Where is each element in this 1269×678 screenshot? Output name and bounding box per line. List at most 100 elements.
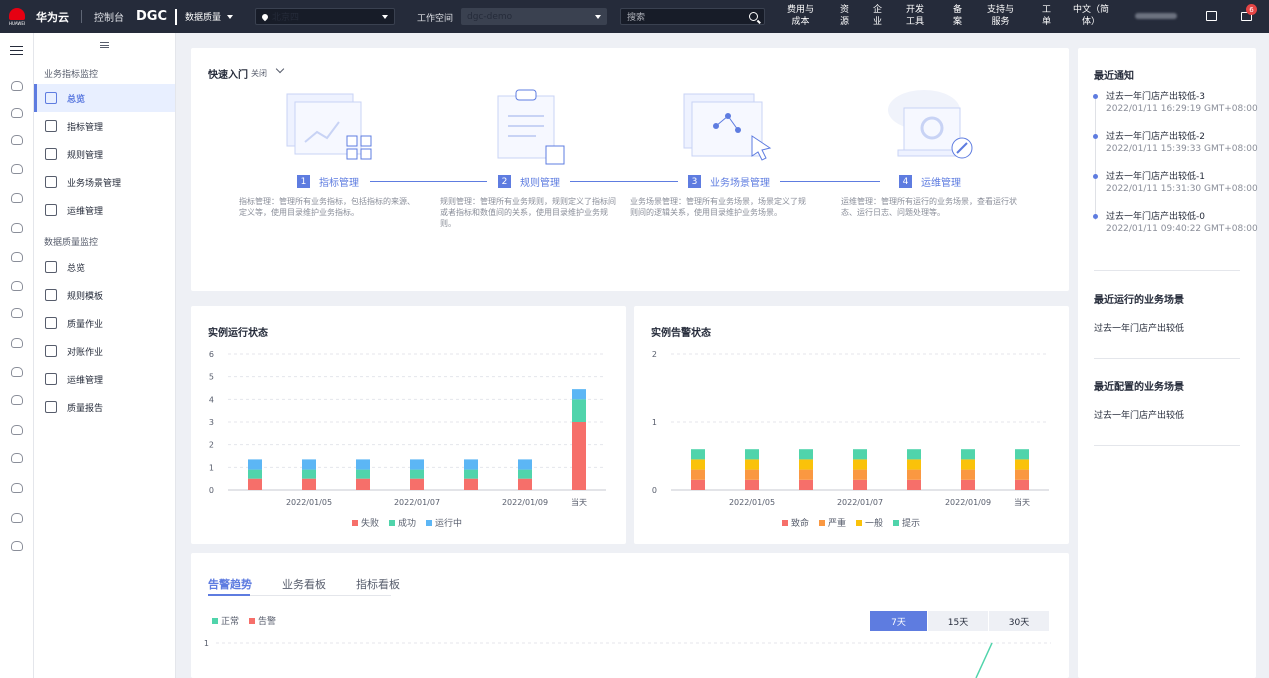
legend-item[interactable]: 正常 xyxy=(212,614,239,627)
sidebar-item-biz-4[interactable]: 运维管理 xyxy=(34,196,175,224)
bar-segment[interactable] xyxy=(961,479,975,490)
sidebar-item-dq-5[interactable]: 质量报告 xyxy=(34,393,175,421)
top-nav-item[interactable]: 中文（简 体） xyxy=(1073,4,1109,28)
service-icon[interactable] xyxy=(11,513,23,523)
sidebar-item-biz-2[interactable]: 规则管理 xyxy=(34,140,175,168)
top-nav-item[interactable]: 费用与 成本 xyxy=(787,4,814,28)
legend-item[interactable]: 成功 xyxy=(389,516,416,529)
bar-segment[interactable] xyxy=(745,459,759,470)
bar-segment[interactable] xyxy=(691,449,705,460)
bar-segment[interactable] xyxy=(799,459,813,470)
bar-segment[interactable] xyxy=(518,469,532,479)
sidebar-item-dq-2[interactable]: 质量作业 xyxy=(34,309,175,337)
tab-1[interactable]: 业务看板 xyxy=(282,576,326,592)
bar-segment[interactable] xyxy=(1015,449,1029,460)
bar-segment[interactable] xyxy=(356,478,370,490)
bar-segment[interactable] xyxy=(691,459,705,470)
user-account[interactable] xyxy=(1135,13,1177,19)
bar-segment[interactable] xyxy=(464,478,478,490)
bar-segment[interactable] xyxy=(799,449,813,460)
notice-item[interactable]: 过去一年门店产出较低-1 2022/01/11 15:31:30 GMT+08:0… xyxy=(1106,171,1258,195)
bar-segment[interactable] xyxy=(302,478,316,490)
legend-item[interactable]: 失败 xyxy=(352,516,379,529)
legend-item[interactable]: 提示 xyxy=(893,516,920,529)
service-icon[interactable] xyxy=(11,193,23,203)
bar-segment[interactable] xyxy=(961,459,975,470)
bar-segment[interactable] xyxy=(356,459,370,470)
bar-segment[interactable] xyxy=(961,469,975,480)
bar-segment[interactable] xyxy=(799,479,813,490)
sidebar-item-dq-0[interactable]: 总览 xyxy=(34,253,175,281)
service-icon[interactable] xyxy=(11,281,23,291)
notice-item[interactable]: 过去一年门店产出较低-2 2022/01/11 15:39:33 GMT+08:0… xyxy=(1106,131,1258,155)
bar-segment[interactable] xyxy=(853,459,867,470)
bar-segment[interactable] xyxy=(410,459,424,470)
terminal-icon[interactable] xyxy=(1206,11,1217,21)
top-nav-item[interactable]: 支持与 服务 xyxy=(987,4,1014,28)
bar-segment[interactable] xyxy=(691,469,705,480)
bar-segment[interactable] xyxy=(853,479,867,490)
quick-step-2[interactable]: 2 规则管理 xyxy=(498,174,560,189)
bar-segment[interactable] xyxy=(518,459,532,470)
top-nav-item[interactable]: 工 单 xyxy=(1042,4,1051,28)
top-nav-item[interactable]: 备 案 xyxy=(953,4,962,28)
bar-segment[interactable] xyxy=(410,469,424,479)
sidebar-item-biz-0[interactable]: 总览 xyxy=(34,84,175,112)
range-button-1[interactable]: 15天 xyxy=(928,611,988,631)
workspace-select[interactable]: dgc-demo xyxy=(461,8,607,25)
recent-run-item[interactable]: 过去一年门店产出较低 xyxy=(1094,321,1184,334)
legend-item[interactable]: 运行中 xyxy=(426,516,462,529)
notice-item[interactable]: 过去一年门店产出较低-3 2022/01/11 16:29:19 GMT+08:0… xyxy=(1106,91,1258,115)
service-icon[interactable] xyxy=(11,308,23,318)
bar-segment[interactable] xyxy=(907,449,921,460)
bar-segment[interactable] xyxy=(248,459,262,470)
region-select[interactable]: 北京四 xyxy=(255,8,395,25)
service-icon[interactable] xyxy=(11,223,23,233)
bar-segment[interactable] xyxy=(745,479,759,490)
range-button-0[interactable]: 7天 xyxy=(870,611,927,631)
legend-item[interactable]: 一般 xyxy=(856,516,883,529)
bar-segment[interactable] xyxy=(1015,459,1029,470)
bar-segment[interactable] xyxy=(745,449,759,460)
quick-start-toggle[interactable]: 关闭 xyxy=(251,68,267,79)
service-icon[interactable] xyxy=(11,108,23,118)
legend-item[interactable]: 致命 xyxy=(782,516,809,529)
bar-segment[interactable] xyxy=(572,389,586,400)
search-input[interactable]: 搜索 xyxy=(620,8,765,25)
quick-step-1[interactable]: 1 指标管理 xyxy=(297,174,359,189)
service-icon[interactable] xyxy=(11,395,23,405)
sidebar-group-quality[interactable]: 数据质量监控 xyxy=(44,235,212,248)
sidebar-item-biz-3[interactable]: 业务场景管理 xyxy=(34,168,175,196)
sidebar-item-biz-1[interactable]: 指标管理 xyxy=(34,112,175,140)
top-nav-item[interactable]: 企 业 xyxy=(873,4,882,28)
quick-step-4[interactable]: 4 运维管理 xyxy=(899,174,961,189)
bar-segment[interactable] xyxy=(691,479,705,490)
service-icon[interactable] xyxy=(11,252,23,262)
menu-icon[interactable] xyxy=(10,46,23,55)
chevron-down-icon[interactable] xyxy=(275,64,285,74)
bar-segment[interactable] xyxy=(248,478,262,490)
bar-segment[interactable] xyxy=(464,469,478,479)
sidebar-item-dq-3[interactable]: 对账作业 xyxy=(34,337,175,365)
bar-segment[interactable] xyxy=(961,449,975,460)
bar-segment[interactable] xyxy=(302,459,316,470)
bar-segment[interactable] xyxy=(572,399,586,422)
service-icon[interactable] xyxy=(11,541,23,551)
bar-segment[interactable] xyxy=(410,478,424,490)
service-icon[interactable] xyxy=(11,483,23,493)
range-button-2[interactable]: 30天 xyxy=(989,611,1049,631)
legend-item[interactable]: 严重 xyxy=(819,516,846,529)
service-icon[interactable] xyxy=(11,338,23,348)
huawei-logo[interactable]: HUAWEI xyxy=(0,0,34,33)
service-icon[interactable] xyxy=(11,135,23,145)
service-icon[interactable] xyxy=(11,81,23,91)
bar-segment[interactable] xyxy=(1015,479,1029,490)
sidebar-group-business[interactable]: 业务指标监控 xyxy=(44,67,212,80)
brand-name[interactable]: 华为云 xyxy=(36,9,69,25)
collapse-menu-icon[interactable] xyxy=(100,42,109,48)
recent-config-item[interactable]: 过去一年门店产出较低 xyxy=(1094,408,1184,421)
bar-segment[interactable] xyxy=(745,469,759,480)
bar-segment[interactable] xyxy=(907,459,921,470)
bar-segment[interactable] xyxy=(572,422,586,490)
bar-segment[interactable] xyxy=(907,479,921,490)
